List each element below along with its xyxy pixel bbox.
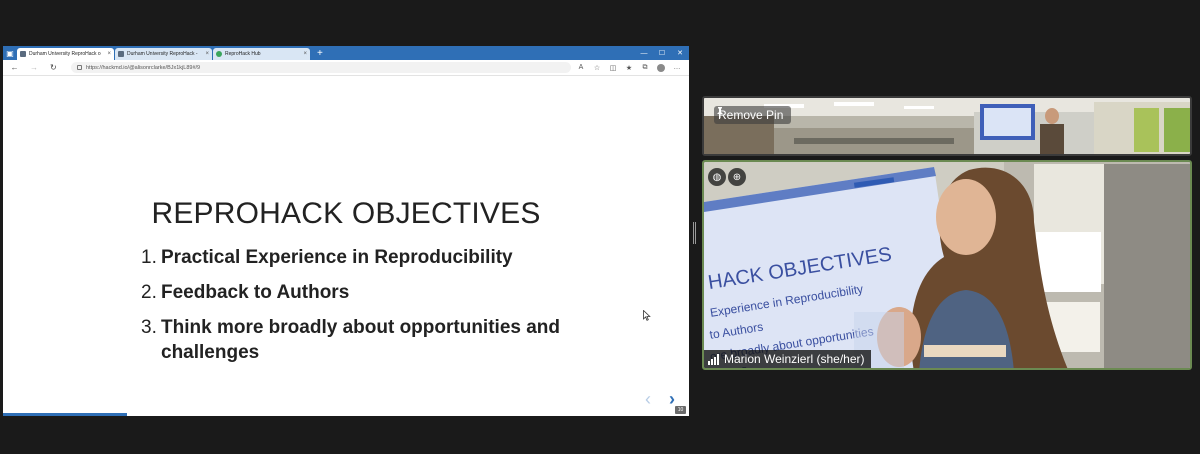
- connection-signal-icon: [708, 353, 719, 365]
- close-icon[interactable]: ×: [205, 51, 209, 57]
- tab-actions-icon[interactable]: ▣: [3, 46, 17, 60]
- objectives-list: 1. Practical Experience in Reproducibilit…: [141, 245, 561, 375]
- pinned-video-tile[interactable]: Remove Pin: [702, 96, 1192, 156]
- close-icon[interactable]: ×: [303, 51, 307, 57]
- speaker-video-tile[interactable]: HACK OBJECTIVES Experience in Reproducib…: [702, 160, 1192, 370]
- objective-text: Practical Experience in Reproducibility: [161, 247, 513, 268]
- browser-tab-1[interactable]: Durham University ReproHack o ×: [17, 48, 114, 60]
- objective-number: 3.: [141, 317, 157, 338]
- favorite-add-icon[interactable]: ☆: [591, 64, 603, 72]
- participant-name: Marion Weinzierl (she/her): [724, 352, 865, 366]
- window-controls: — ☐ ✕: [635, 46, 689, 60]
- collections-icon[interactable]: ⧉: [639, 64, 651, 72]
- forward-button[interactable]: →: [28, 63, 39, 72]
- browser-toolbar: ← → ↻ https://hackmd.io/@alisonrclarke/B…: [3, 60, 689, 76]
- close-icon[interactable]: ×: [107, 51, 111, 57]
- tab-label: Durham University ReproHack o: [29, 51, 101, 57]
- more-icon[interactable]: …: [671, 64, 683, 71]
- objective-text: Think more broadly about opportunities a…: [161, 317, 561, 363]
- toolbar-icons: A ☆ ◫ ★ ⧉ …: [571, 63, 683, 72]
- objective-item: 3. Think more broadly about opportunities…: [141, 315, 561, 365]
- browser-tab-2[interactable]: Durham University ReproHack - ×: [115, 48, 212, 60]
- objective-number: 1.: [141, 247, 157, 268]
- new-tab-button[interactable]: +: [311, 48, 329, 60]
- browser-tab-bar: ▣ Durham University ReproHack o × Durham…: [3, 46, 689, 60]
- objective-number: 2.: [141, 282, 157, 303]
- mouse-cursor-icon: [643, 310, 651, 321]
- slide-title: REPROHACK OBJECTIVES: [151, 197, 541, 230]
- pin-icon: [717, 107, 723, 118]
- extensions-icon[interactable]: ◫: [607, 64, 619, 72]
- shared-browser-window: ▣ Durham University ReproHack o × Durham…: [3, 46, 689, 416]
- remove-pin-button[interactable]: Remove Pin: [714, 106, 792, 124]
- spotlight-icon: ⊕: [728, 168, 746, 186]
- objective-item: 1. Practical Experience in Reproducibilit…: [141, 245, 561, 270]
- document-icon: [118, 51, 124, 57]
- objective-item: 2. Feedback to Authors: [141, 280, 561, 305]
- reprohack-icon: [216, 51, 222, 57]
- meeting-stage: ▣ Durham University ReproHack o × Durham…: [0, 0, 1200, 454]
- reaction-icon: ◍: [708, 168, 726, 186]
- window-close-button[interactable]: ✕: [671, 49, 689, 57]
- slide-progress-bar: [3, 413, 127, 416]
- document-icon: [20, 51, 26, 57]
- reload-button[interactable]: ↻: [48, 63, 59, 72]
- remove-pin-label: Remove Pin: [718, 108, 784, 122]
- presentation-slide: REPROHACK OBJECTIVES 1. Practical Experie…: [3, 77, 689, 416]
- tab-label: Durham University ReproHack -: [127, 51, 198, 57]
- read-aloud-icon[interactable]: A: [575, 64, 587, 71]
- speaker-status-icons: ◍ ⊕: [708, 168, 746, 186]
- back-button[interactable]: ←: [9, 63, 20, 72]
- maximize-button[interactable]: ☐: [653, 49, 671, 57]
- objective-text: Feedback to Authors: [161, 282, 350, 303]
- participant-name-tag: Marion Weinzierl (she/her): [704, 350, 871, 368]
- profile-icon[interactable]: [657, 63, 665, 72]
- panel-resize-handle[interactable]: [693, 222, 697, 244]
- favorites-icon[interactable]: ★: [623, 64, 635, 72]
- previous-slide-button[interactable]: ‹: [645, 389, 651, 410]
- lock-icon: [76, 65, 82, 70]
- tab-label: ReproHack Hub: [225, 51, 261, 57]
- url-text: https://hackmd.io/@alisonrclarke/BJx1kjL…: [85, 64, 201, 71]
- slide-number-badge: 10: [675, 406, 686, 414]
- browser-tab-3[interactable]: ReproHack Hub ×: [213, 48, 310, 60]
- address-bar[interactable]: https://hackmd.io/@alisonrclarke/BJx1kjL…: [70, 62, 571, 73]
- minimize-button[interactable]: —: [635, 50, 653, 57]
- speaker-video-feed: HACK OBJECTIVES Experience in Reproducib…: [704, 162, 1190, 368]
